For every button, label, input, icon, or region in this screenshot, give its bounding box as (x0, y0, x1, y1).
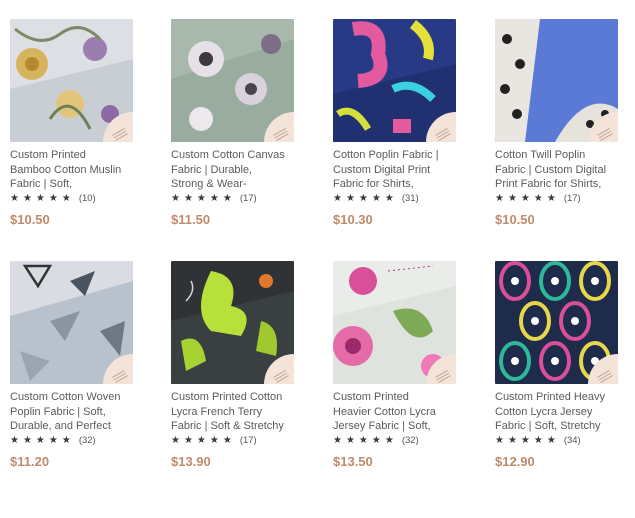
product-card: Cotton Twill Poplin Fabric | Custom Digi… (495, 19, 630, 228)
product-card: Custom Cotton Woven Poplin Fabric | Soft… (10, 261, 145, 470)
product-title[interactable]: Cotton Twill Poplin Fabric | Custom Digi… (495, 148, 625, 192)
product-price: $10.30 (333, 212, 373, 227)
product-title[interactable]: Custom Cotton Woven Poplin Fabric | Soft… (10, 390, 140, 434)
product-grid: Custom Printed Bamboo Cotton Muslin Fabr… (0, 0, 635, 518)
product-title[interactable]: Custom Printed Heavier Cotton Lycra Jers… (333, 390, 463, 434)
review-count: (10) (78, 193, 96, 204)
star-rating-icons: ★★★★★ (10, 193, 75, 204)
rating: ★★★★★ (31) (333, 192, 468, 206)
review-count: (17) (239, 435, 257, 446)
product-image[interactable] (333, 261, 456, 384)
star-rating-icons: ★★★★★ (171, 435, 236, 446)
product-card: Custom Printed Heavier Cotton Lycra Jers… (333, 261, 468, 470)
product-image[interactable] (171, 261, 294, 384)
review-count: (32) (78, 435, 96, 446)
star-rating-icons: ★★★★★ (10, 435, 75, 446)
product-image[interactable] (495, 19, 618, 142)
product-price: $11.20 (10, 454, 50, 469)
star-rating-icons: ★★★★★ (495, 435, 560, 446)
product-image[interactable] (10, 261, 133, 384)
product-price: $11.50 (171, 212, 211, 227)
rating: ★★★★★ (32) (10, 434, 145, 448)
product-card: Custom Printed Cotton Lycra French Terry… (171, 261, 306, 470)
star-rating-icons: ★★★★★ (333, 435, 398, 446)
product-price: $10.50 (10, 212, 50, 227)
product-title[interactable]: Custom Printed Cotton Lycra French Terry… (171, 390, 301, 434)
review-count: (31) (401, 193, 419, 204)
product-image[interactable] (171, 19, 294, 142)
star-rating-icons: ★★★★★ (495, 193, 560, 204)
product-title[interactable]: Custom Printed Heavy Cotton Lycra Jersey… (495, 390, 625, 434)
product-card: Cotton Poplin Fabric | Custom Digital Pr… (333, 19, 468, 228)
rating: ★★★★★ (34) (495, 434, 630, 448)
product-price: $13.90 (171, 454, 211, 469)
product-card: Custom Printed Heavy Cotton Lycra Jersey… (495, 261, 630, 470)
rating: ★★★★★ (17) (171, 434, 306, 448)
star-rating-icons: ★★★★★ (171, 193, 236, 204)
rating: ★★★★★ (17) (171, 192, 306, 206)
product-image[interactable] (333, 19, 456, 142)
product-price: $10.50 (495, 212, 535, 227)
star-rating-icons: ★★★★★ (333, 193, 398, 204)
product-title[interactable]: Custom Printed Bamboo Cotton Muslin Fabr… (10, 148, 140, 192)
review-count: (17) (239, 193, 257, 204)
product-price: $12.90 (495, 454, 535, 469)
product-image[interactable] (495, 261, 618, 384)
product-card: Custom Cotton Canvas Fabric | Durable, S… (171, 19, 306, 228)
rating: ★★★★★ (17) (495, 192, 630, 206)
rating: ★★★★★ (32) (333, 434, 468, 448)
review-count: (17) (563, 193, 581, 204)
rating: ★★★★★ (10) (10, 192, 145, 206)
product-image[interactable] (10, 19, 133, 142)
review-count: (32) (401, 435, 419, 446)
product-price: $13.50 (333, 454, 373, 469)
product-title[interactable]: Cotton Poplin Fabric | Custom Digital Pr… (333, 148, 463, 192)
product-card: Custom Printed Bamboo Cotton Muslin Fabr… (10, 19, 145, 228)
product-title[interactable]: Custom Cotton Canvas Fabric | Durable, S… (171, 148, 301, 192)
review-count: (34) (563, 435, 581, 446)
